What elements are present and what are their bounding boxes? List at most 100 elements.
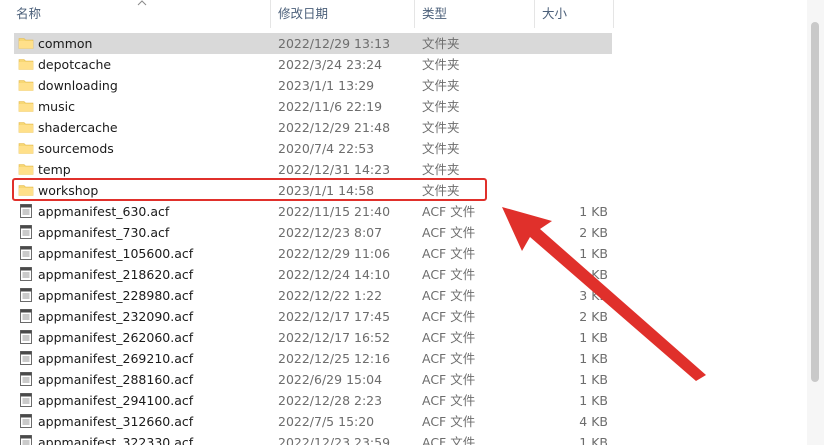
- modified-date: 2022/12/25 12:16: [278, 351, 391, 366]
- file-size: 1 KB: [579, 435, 608, 445]
- acf-file-icon: [18, 392, 34, 408]
- modified-date: 2022/12/31 14:23: [278, 162, 391, 177]
- column-header-date[interactable]: 修改日期: [278, 0, 328, 28]
- annotation-highlight-box: [12, 178, 487, 201]
- file-name: temp: [38, 162, 71, 177]
- modified-date: 2022/12/29 13:13: [278, 36, 391, 51]
- file-type: ACF 文件: [422, 372, 476, 387]
- vertical-scrollbar[interactable]: [807, 0, 824, 445]
- acf-file-icon: [18, 308, 34, 324]
- file-name: music: [38, 99, 75, 114]
- column-divider[interactable]: [414, 0, 415, 28]
- acf-file-icon: [18, 413, 34, 429]
- column-header-name[interactable]: 名称: [16, 0, 41, 28]
- modified-date: 2022/12/24 14:10: [278, 267, 391, 282]
- file-name: appmanifest_218620.acf: [38, 267, 194, 282]
- file-type: ACF 文件: [422, 267, 476, 282]
- file-type: 文件夹: [422, 162, 460, 177]
- file-name: appmanifest_630.acf: [38, 204, 170, 219]
- file-type: ACF 文件: [422, 225, 476, 240]
- column-header: 名称 修改日期 类型 大小: [0, 0, 614, 28]
- modified-date: 2020/7/4 22:53: [278, 141, 375, 156]
- folder-row[interactable]: shadercache 2022/12/29 21:48 文件夹: [14, 117, 612, 138]
- file-size: [524, 138, 608, 159]
- folder-icon: [18, 77, 34, 93]
- file-size: [524, 75, 608, 96]
- file-type: ACF 文件: [422, 435, 476, 445]
- folder-row[interactable]: depotcache 2022/3/24 23:24 文件夹: [14, 54, 612, 75]
- file-type: 文件夹: [422, 57, 460, 72]
- acf-file-icon: [18, 350, 34, 366]
- column-divider[interactable]: [613, 0, 614, 28]
- file-type: 文件夹: [422, 99, 460, 114]
- folder-row[interactable]: temp 2022/12/31 14:23 文件夹: [14, 159, 612, 180]
- acf-file-icon: [18, 224, 34, 240]
- folder-row[interactable]: downloading 2023/1/1 13:29 文件夹: [14, 75, 612, 96]
- folder-row[interactable]: music 2022/11/6 22:19 文件夹: [14, 96, 612, 117]
- file-row[interactable]: appmanifest_322330.acf 2022/12/23 23:59 AC…: [14, 432, 612, 445]
- file-size: [524, 117, 608, 138]
- column-divider[interactable]: [534, 0, 535, 28]
- modified-date: 2022/12/22 1:22: [278, 288, 383, 303]
- file-name: appmanifest_232090.acf: [38, 309, 194, 324]
- modified-date: 2022/3/24 23:24: [278, 57, 383, 72]
- modified-date: 2022/12/29 11:06: [278, 246, 391, 261]
- file-size: [524, 54, 608, 75]
- file-type: 文件夹: [422, 141, 460, 156]
- file-name: appmanifest_228980.acf: [38, 288, 194, 303]
- modified-date: 2022/12/17 17:45: [278, 309, 391, 324]
- file-type: ACF 文件: [422, 330, 476, 345]
- acf-file-icon: [18, 266, 34, 282]
- file-name: appmanifest_105600.acf: [38, 246, 194, 261]
- folder-icon: [18, 161, 34, 177]
- file-name: appmanifest_294100.acf: [38, 393, 194, 408]
- modified-date: 2022/12/28 2:23: [278, 393, 383, 408]
- file-name: common: [38, 36, 93, 51]
- file-size: [524, 33, 608, 54]
- file-size: 1 KB: [579, 393, 608, 408]
- folder-icon: [18, 98, 34, 114]
- file-name: appmanifest_312660.acf: [38, 414, 194, 429]
- file-explorer-window: 名称 修改日期 类型 大小 common 2022/12/29 13:13 文件夹 d…: [0, 0, 824, 445]
- file-type: 文件夹: [422, 78, 460, 93]
- acf-file-icon: [18, 287, 34, 303]
- file-name: appmanifest_322330.acf: [38, 435, 194, 445]
- column-header-type[interactable]: 类型: [422, 0, 447, 28]
- column-header-size[interactable]: 大小: [542, 0, 567, 28]
- modified-date: 2022/11/15 21:40: [278, 204, 391, 219]
- file-name: depotcache: [38, 57, 112, 72]
- file-type: ACF 文件: [422, 288, 476, 303]
- folder-icon: [18, 56, 34, 72]
- folder-icon: [18, 140, 34, 156]
- modified-date: 2022/12/17 16:52: [278, 330, 391, 345]
- folder-row[interactable]: common 2022/12/29 13:13 文件夹: [14, 33, 612, 54]
- column-divider[interactable]: [270, 0, 271, 28]
- file-size: [524, 159, 608, 180]
- modified-date: 2022/12/23 23:59: [278, 435, 391, 445]
- modified-date: 2022/12/23 8:07: [278, 225, 383, 240]
- scrollbar-thumb[interactable]: [811, 22, 819, 382]
- modified-date: 2022/12/29 21:48: [278, 120, 391, 135]
- file-row[interactable]: appmanifest_294100.acf 2022/12/28 2:23 ACF…: [14, 390, 612, 411]
- file-name: downloading: [38, 78, 118, 93]
- file-size: [524, 96, 608, 117]
- file-type: ACF 文件: [422, 309, 476, 324]
- folder-row[interactable]: sourcemods 2020/7/4 22:53 文件夹: [14, 138, 612, 159]
- annotation-arrow-icon: [502, 207, 706, 381]
- file-row[interactable]: appmanifest_312660.acf 2022/7/5 15:20 ACF …: [14, 411, 612, 432]
- acf-file-icon: [18, 434, 34, 445]
- file-type: ACF 文件: [422, 246, 476, 261]
- file-type: 文件夹: [422, 120, 460, 135]
- file-type: ACF 文件: [422, 204, 476, 219]
- modified-date: 2022/11/6 22:19: [278, 99, 383, 114]
- modified-date: 2022/6/29 15:04: [278, 372, 383, 387]
- file-name: appmanifest_262060.acf: [38, 330, 194, 345]
- acf-file-icon: [18, 371, 34, 387]
- file-type: ACF 文件: [422, 393, 476, 408]
- acf-file-icon: [18, 245, 34, 261]
- file-type: 文件夹: [422, 36, 460, 51]
- folder-icon: [18, 119, 34, 135]
- acf-file-icon: [18, 329, 34, 345]
- file-name: appmanifest_288160.acf: [38, 372, 194, 387]
- file-name: shadercache: [38, 120, 118, 135]
